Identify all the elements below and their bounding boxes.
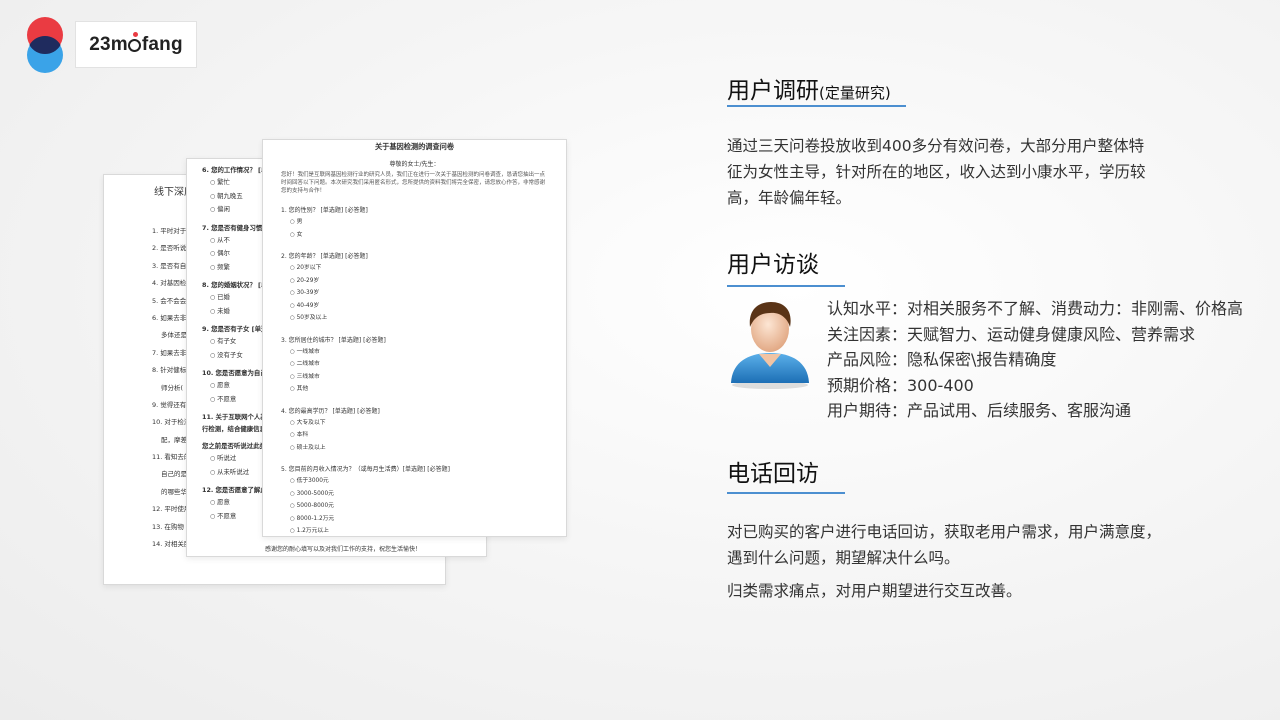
question-option: 5000-8000元	[281, 500, 548, 513]
research-line: 通过三天问卷投放收到400多分有效问卷，大部分用户整体特	[727, 137, 1145, 155]
research-title-small: (定量研究)	[819, 84, 891, 102]
brand-logo: 23m fang	[75, 21, 197, 68]
question-option: 一线城市	[281, 346, 548, 359]
question-option: 50岁及以上	[281, 312, 548, 325]
question-option: 女	[281, 229, 548, 242]
research-paragraph: 通过三天问卷投放收到400多分有效问卷，大部分用户整体特 征为女性主导，针对所在…	[727, 133, 1187, 211]
question-option: 8000-1.2万元	[281, 513, 548, 526]
logo-mark-icon	[27, 17, 63, 73]
interview-findings: 认知水平：对相关服务不了解、消费动力：非刚需、价格高 关注因素：天赋智力、运动健…	[827, 296, 1243, 424]
interview-title: 用户访谈	[727, 252, 819, 278]
paper-front-salutation: 尊敬的女士/先生：	[389, 161, 440, 168]
interview-item: 关注因素：天赋智力、运动健身健康风险、营养需求	[827, 324, 1196, 344]
phone-line: 遇到什么问题，期望解决什么吗。	[727, 549, 960, 567]
question-option: 20岁以下	[281, 262, 548, 275]
paper-middle-footer: 感谢您的耐心填写以及对我们工作的支持，祝您生活愉快！	[265, 546, 422, 553]
question-option: 3000-5000元	[281, 488, 548, 501]
logo-o-glyph	[128, 32, 142, 52]
paper-front-title: 关于基因检测的调查问卷	[374, 142, 455, 151]
question-option: 其他	[281, 383, 548, 396]
question-option: 30-39岁	[281, 287, 548, 300]
research-title-underline	[727, 105, 906, 107]
question-option: 20-29岁	[281, 275, 548, 288]
question-option: 男	[281, 216, 548, 229]
question-text: 4. 您的最高学历？ [单选题] [必答题]	[281, 407, 380, 415]
question-option: 40-49岁	[281, 300, 548, 313]
phone-title: 电话回访	[727, 461, 819, 487]
question-text: 1. 您的性别？ [单选题] [必答题]	[281, 207, 368, 214]
phone-paragraph: 对已购买的客户进行电话回访，获取老用户需求，用户满意度， 遇到什么问题，期望解决…	[727, 519, 1227, 571]
question-text: 2. 您的年龄？ [单选题] [必答题]	[281, 253, 368, 260]
question-option: 二线城市	[281, 358, 548, 371]
question-option: 大专及以下	[281, 417, 548, 430]
question-text: 3. 您所居住的城市？ [单选题] [必答题]	[281, 336, 386, 344]
paper-front-questions: 1. 您的性别？ [单选题] [必答题] 男女 2. 您的年龄？ [单选题] [必答…	[281, 205, 548, 536]
survey-paper-front: 关于基因检测的调查问卷 尊敬的女士/先生： 您好！我们是互联网基因检测行业的研究…	[262, 139, 567, 537]
question-option: 三线城市	[281, 371, 548, 384]
paper-front-greeting: 您好！我们是互联网基因检测行业的研究人员，我们正在进行一次关于基因检测的问卷调查…	[281, 172, 546, 194]
user-avatar-icon	[731, 302, 809, 389]
research-line: 高，年龄偏年轻。	[727, 189, 852, 207]
research-title: 用户调研(定量研究)	[727, 71, 891, 105]
question-option: 1.2万元以上	[281, 525, 548, 536]
logo-text-part2: fang	[141, 33, 183, 55]
interview-item: 预期价格：300-400	[827, 375, 974, 395]
question-option: 硕士及以上	[281, 442, 548, 455]
research-line: 征为女性主导，针对所在的地区，收入达到小康水平，学历较	[727, 163, 1146, 181]
logo-text-part1: 23m	[89, 33, 128, 55]
research-title-main: 用户调研	[727, 78, 819, 104]
interview-item: 产品风险：隐私保密\报告精确度	[827, 350, 1057, 369]
interview-item: 用户期待：产品试用、后续服务、客服沟通	[827, 401, 1132, 420]
question-option: 本科	[281, 429, 548, 442]
question-text: 5. 您目前的月收入情况为？（或每月生活费）[单选题] [必答题]	[281, 466, 450, 473]
phone-title-underline	[727, 492, 845, 494]
interview-item: 认知水平：对相关服务不了解、消费动力：非刚需、价格高	[827, 299, 1244, 318]
interview-title-underline	[727, 285, 845, 287]
phone-line: 对已购买的客户进行电话回访，获取老用户需求，用户满意度，	[727, 523, 1162, 541]
question-option: 低于3000元	[281, 475, 548, 488]
phone-paragraph-extra: 归类需求痛点，对用户期望进行交互改善。	[727, 582, 1022, 600]
